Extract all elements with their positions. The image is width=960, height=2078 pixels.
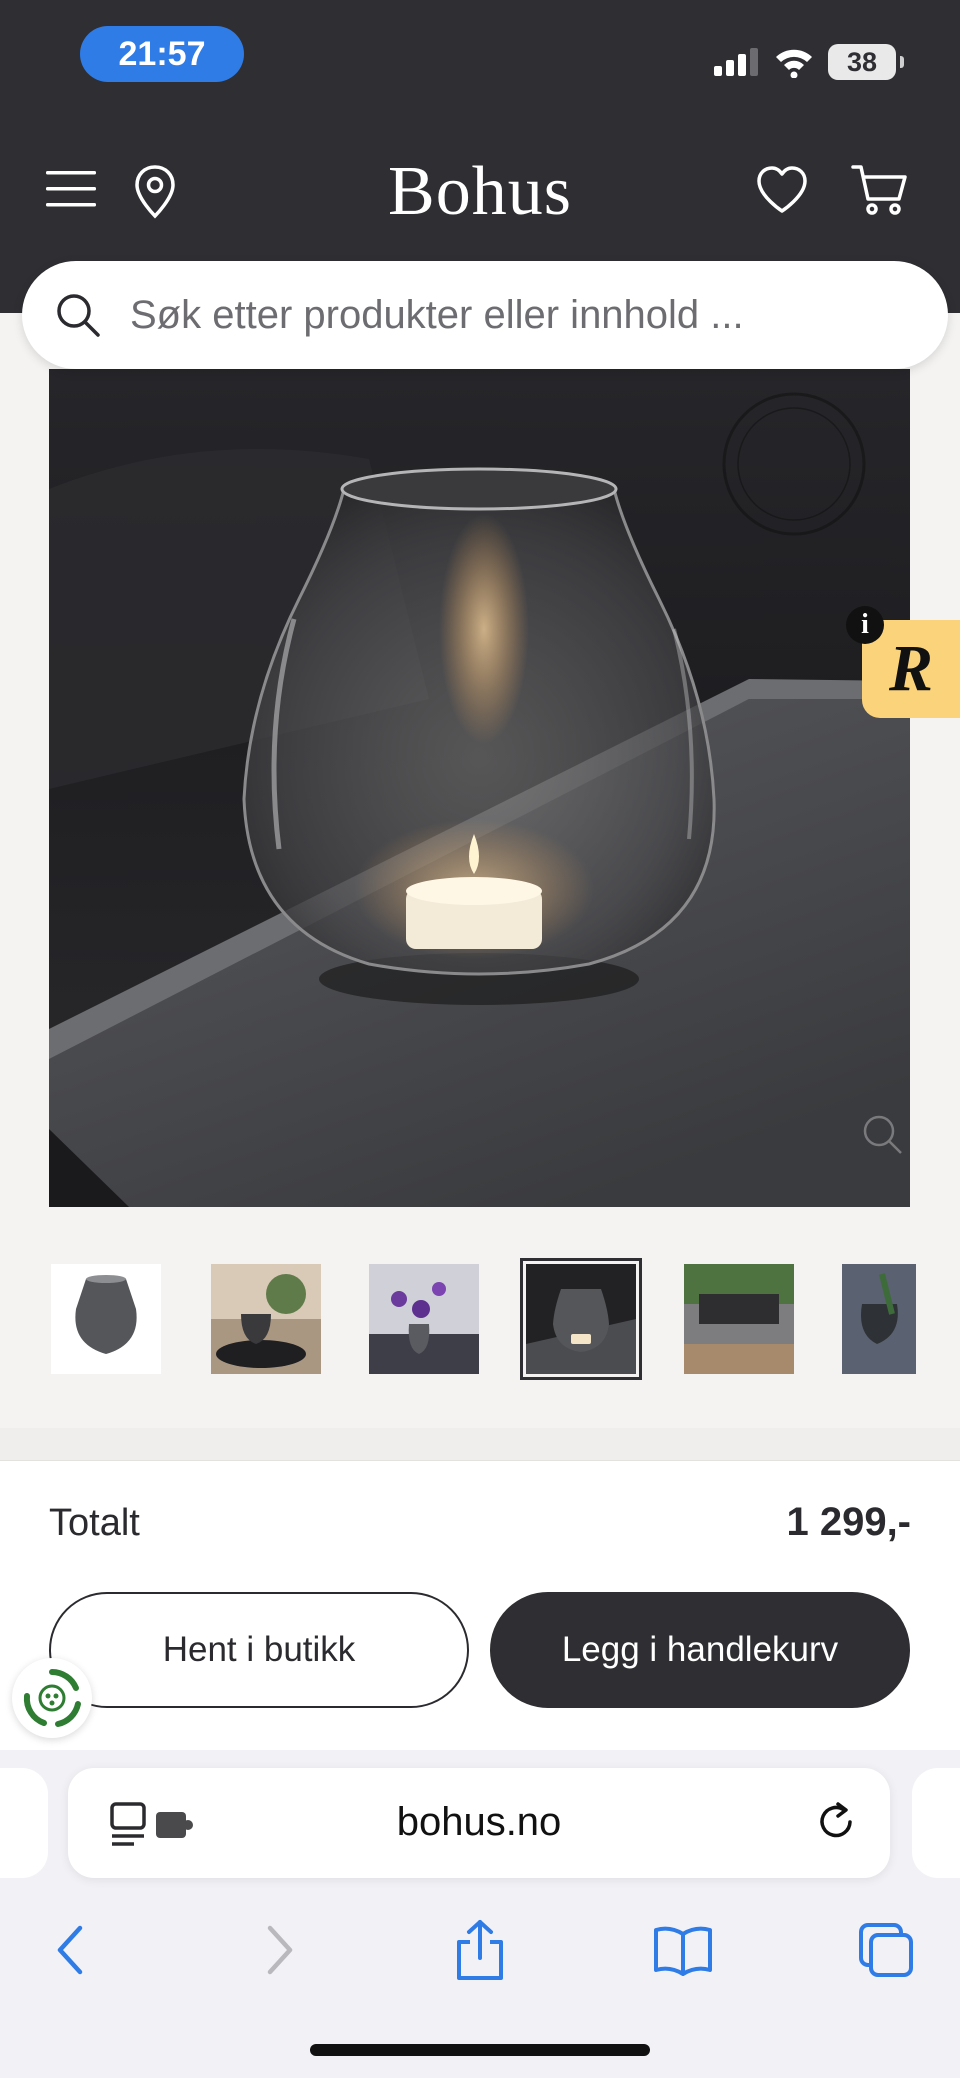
tabs-icon bbox=[859, 1923, 913, 1977]
thumbnail-1[interactable] bbox=[51, 1264, 161, 1374]
share-icon bbox=[457, 1920, 503, 1980]
heart-icon bbox=[757, 166, 807, 213]
battery-indicator: 38 bbox=[828, 44, 904, 80]
search-bar[interactable] bbox=[22, 261, 948, 369]
forward-button[interactable] bbox=[238, 1910, 318, 1990]
brand-logo[interactable]: Bohus bbox=[0, 152, 960, 232]
url-text: bohus.no bbox=[396, 1800, 562, 1844]
eco-badge[interactable] bbox=[12, 1658, 92, 1738]
browser-nav-bar bbox=[0, 1900, 960, 2000]
section-divider bbox=[0, 1428, 960, 1460]
thumbnail-6[interactable] bbox=[842, 1264, 916, 1374]
thumbnail-4-selected[interactable] bbox=[520, 1258, 642, 1380]
reload-icon[interactable] bbox=[814, 1800, 858, 1844]
book-icon bbox=[654, 1926, 712, 1976]
product-image[interactable] bbox=[49, 369, 910, 1207]
cart-button[interactable] bbox=[850, 160, 910, 220]
thumbnail-3[interactable] bbox=[369, 1264, 479, 1374]
status-icons: 38 bbox=[712, 44, 904, 80]
wifi-icon bbox=[776, 49, 812, 78]
tabs-button[interactable] bbox=[846, 1910, 926, 1990]
pickup-in-store-button[interactable]: Hent i butikk bbox=[49, 1592, 469, 1708]
next-tab-preview[interactable] bbox=[912, 1768, 960, 1878]
product-photo bbox=[49, 369, 910, 1207]
thumbnail-2[interactable] bbox=[211, 1264, 321, 1374]
signal-icon bbox=[714, 48, 758, 76]
wishlist-button[interactable] bbox=[754, 162, 810, 218]
search-input[interactable] bbox=[130, 292, 890, 338]
info-icon[interactable]: i bbox=[846, 606, 884, 644]
total-price: 1 299,- bbox=[786, 1500, 911, 1544]
thumbnail-5[interactable] bbox=[684, 1264, 794, 1374]
total-label: Totalt bbox=[49, 1502, 140, 1544]
previous-tab-preview[interactable] bbox=[0, 1768, 48, 1878]
search-icon bbox=[57, 294, 100, 337]
home-indicator bbox=[310, 2044, 650, 2056]
bookmarks-button[interactable] bbox=[643, 1910, 723, 1990]
address-bar[interactable]: bohus.no bbox=[68, 1768, 890, 1878]
thumbnail-strip bbox=[0, 1258, 960, 1380]
chevron-left-icon bbox=[57, 1925, 83, 1975]
back-button[interactable] bbox=[32, 1910, 112, 1990]
recycle-icon bbox=[23, 1669, 81, 1727]
cart-icon bbox=[851, 165, 907, 215]
status-time: 21:57 bbox=[80, 26, 244, 82]
add-to-cart-button[interactable]: Legg i handlekurv bbox=[490, 1592, 910, 1708]
chevron-right-icon bbox=[267, 1925, 293, 1975]
share-button[interactable] bbox=[440, 1910, 520, 1990]
